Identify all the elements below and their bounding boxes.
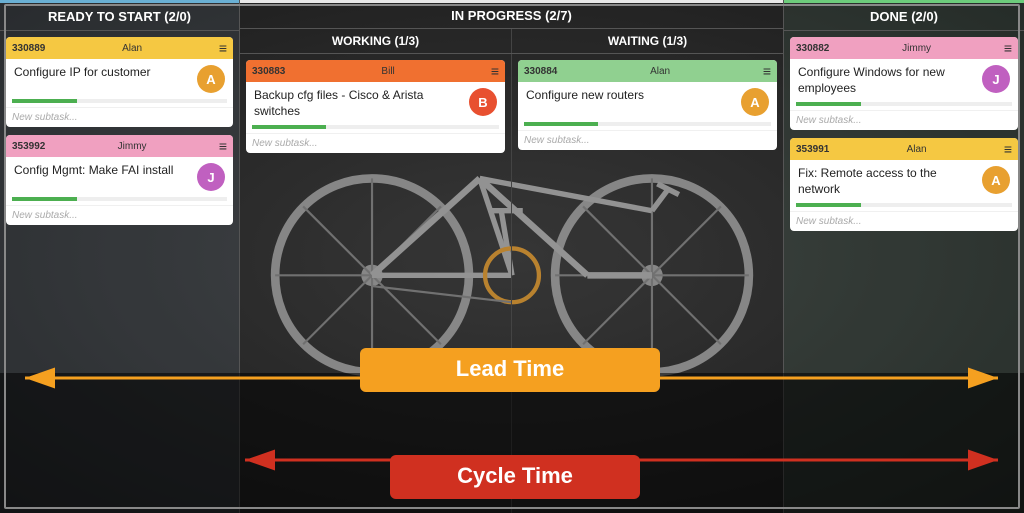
card-330882-avatar: J [982, 65, 1010, 93]
card-330882[interactable]: 330882 Jimmy ≡ Configure Windows for new… [790, 37, 1018, 130]
card-330884-progress-bar [524, 122, 598, 126]
card-330883-progress-bar [252, 125, 326, 129]
card-330889-progress-bar [12, 99, 77, 103]
card-330883-id: 330883 [252, 66, 285, 77]
card-330889-assignee: Alan [122, 43, 142, 54]
card-353992-body: Config Mgmt: Make FAI install J [6, 157, 233, 197]
card-353991-body: Fix: Remote access to the network A [790, 160, 1018, 203]
card-353991-menu[interactable]: ≡ [1004, 141, 1012, 157]
card-330884-assignee: Alan [650, 66, 670, 77]
card-353992-id: 353992 [12, 141, 45, 152]
card-330889-avatar: A [197, 65, 225, 93]
card-330889-body: Configure IP for customer A [6, 59, 233, 99]
card-330884-body: Configure new routers A [518, 82, 777, 122]
card-353991-assignee: Alan [907, 144, 927, 155]
card-330883-progress [252, 125, 499, 129]
card-330884[interactable]: 330884 Alan ≡ Configure new routers A Ne… [518, 60, 777, 150]
card-353991-title: Fix: Remote access to the network [798, 166, 976, 197]
card-353992-header: 353992 Jimmy ≡ [6, 135, 233, 157]
card-330882-body: Configure Windows for new employees J [790, 59, 1018, 102]
card-330889-title: Configure IP for customer [14, 65, 191, 81]
card-330882-title: Configure Windows for new employees [798, 65, 976, 96]
card-330882-subtask[interactable]: New subtask... [790, 110, 1018, 130]
card-353992[interactable]: 353992 Jimmy ≡ Config Mgmt: Make FAI ins… [6, 135, 233, 225]
card-330884-header: 330884 Alan ≡ [518, 60, 777, 82]
card-330889-progress [12, 99, 227, 103]
card-330884-title: Configure new routers [526, 88, 735, 104]
card-353991-subtask[interactable]: New subtask... [790, 211, 1018, 231]
in-progress-count: (2/7) [545, 8, 572, 23]
card-353991-progress [796, 203, 1012, 207]
card-330884-id: 330884 [524, 66, 557, 77]
card-330889-subtask[interactable]: New subtask... [6, 107, 233, 127]
ready-count: (2/0) [164, 9, 191, 24]
ready-cards: 330889 Alan ≡ Configure IP for customer … [0, 31, 239, 239]
card-330882-id: 330882 [796, 43, 829, 54]
card-353991-avatar: A [982, 166, 1010, 194]
card-330883-assignee: Bill [381, 66, 394, 77]
card-330889-header: 330889 Alan ≡ [6, 37, 233, 59]
card-353991[interactable]: 353991 Alan ≡ Fix: Remote access to the … [790, 138, 1018, 231]
card-353991-progress-bar [796, 203, 861, 207]
waiting-subheader: WAITING (1/3) [512, 29, 783, 53]
card-330883[interactable]: 330883 Bill ≡ Backup cfg files - Cisco &… [246, 60, 505, 153]
done-header: DONE (2/0) [784, 0, 1024, 31]
card-330882-progress-bar [796, 102, 861, 106]
card-353992-title: Config Mgmt: Make FAI install [14, 163, 191, 179]
card-330884-avatar: A [741, 88, 769, 116]
card-353992-progress [12, 197, 227, 201]
card-330883-title: Backup cfg files - Cisco & Arista switch… [254, 88, 463, 119]
working-count: (1/3) [394, 34, 419, 48]
card-330882-assignee: Jimmy [902, 43, 931, 54]
card-353992-menu[interactable]: ≡ [219, 138, 227, 154]
card-330883-avatar: B [469, 88, 497, 116]
done-count: (2/0) [911, 9, 938, 24]
card-330884-menu[interactable]: ≡ [763, 63, 771, 79]
card-353992-assignee: Jimmy [118, 141, 147, 152]
card-330889-id: 330889 [12, 43, 45, 54]
bottom-overlay [0, 373, 1024, 513]
card-330883-header: 330883 Bill ≡ [246, 60, 505, 82]
card-330889[interactable]: 330889 Alan ≡ Configure IP for customer … [6, 37, 233, 127]
waiting-count: (1/3) [662, 34, 687, 48]
in-progress-header: IN PROGRESS (2/7) [240, 0, 783, 29]
card-330884-progress [524, 122, 771, 126]
card-330883-subtask[interactable]: New subtask... [246, 133, 505, 153]
done-label: DONE [870, 9, 908, 24]
board-container: READY TO START (2/0) 330889 Alan ≡ Confi… [0, 0, 1024, 513]
card-353992-avatar: J [197, 163, 225, 191]
card-330883-body: Backup cfg files - Cisco & Arista switch… [246, 82, 505, 125]
ready-label: READY TO START [48, 9, 161, 24]
in-progress-label: IN PROGRESS [451, 8, 541, 23]
card-330882-progress [796, 102, 1012, 106]
card-330883-menu[interactable]: ≡ [491, 63, 499, 79]
card-330882-header: 330882 Jimmy ≡ [790, 37, 1018, 59]
ready-header: READY TO START (2/0) [0, 0, 239, 31]
card-330884-subtask[interactable]: New subtask... [518, 130, 777, 150]
working-label: WORKING [332, 34, 391, 48]
card-353992-subtask[interactable]: New subtask... [6, 205, 233, 225]
card-353991-id: 353991 [796, 144, 829, 155]
card-330882-menu[interactable]: ≡ [1004, 40, 1012, 56]
done-cards: 330882 Jimmy ≡ Configure Windows for new… [784, 31, 1024, 245]
card-330889-menu[interactable]: ≡ [219, 40, 227, 56]
waiting-label: WAITING [608, 34, 659, 48]
in-progress-subheaders: WORKING (1/3) WAITING (1/3) [240, 29, 783, 54]
card-353991-header: 353991 Alan ≡ [790, 138, 1018, 160]
working-subheader: WORKING (1/3) [240, 29, 512, 53]
card-353992-progress-bar [12, 197, 77, 201]
